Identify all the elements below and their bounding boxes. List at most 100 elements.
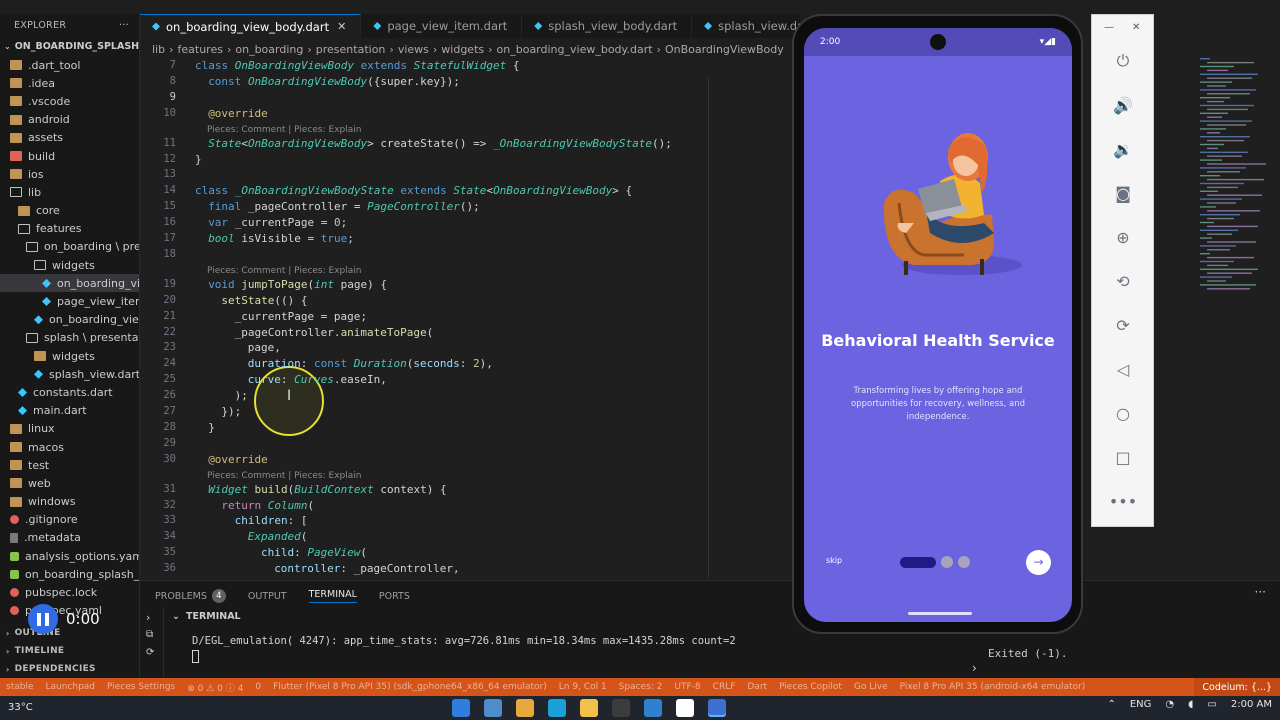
terminal-header[interactable]: ⌄ TERMINAL [172,611,241,622]
terminal-app-icon[interactable] [612,699,630,717]
split-icon[interactable]: ⧉ [146,629,153,640]
tree-item[interactable]: linux [0,420,139,438]
tree-item[interactable]: core [0,202,139,220]
more-icon[interactable]: ••• [1109,488,1137,514]
edge-icon[interactable] [548,699,566,717]
emulator-app-icon[interactable] [708,699,726,717]
clock[interactable]: 2:00 AM [1231,699,1272,710]
tree-item[interactable]: android [0,111,139,129]
status-item[interactable]: Ln 9, Col 1 [559,682,607,692]
status-item[interactable]: ⊗ 0 ⚠ 0 ⓘ 4 [187,681,243,694]
minimap[interactable] [1196,55,1280,300]
tree-item[interactable]: macos [0,438,139,456]
minimize-button[interactable]: — [1104,22,1114,33]
tree-item[interactable]: main.dart [0,402,139,420]
breadcrumb-item[interactable]: on_boarding [235,43,303,56]
tree-item[interactable]: splash \ presentatio... [0,329,139,347]
panel-tab[interactable]: TERMINAL [308,589,357,603]
tree-item[interactable]: pubspec.lock [0,583,139,601]
tree-item[interactable]: web [0,474,139,492]
pieces-code-lens[interactable]: Pieces: Comment | Pieces: Explain [207,470,361,482]
status-item[interactable]: Spaces: 2 [619,682,663,692]
next-arrow-button[interactable]: → [1026,550,1051,575]
tree-item[interactable]: page_view_item... [0,292,139,310]
breadcrumb-item[interactable]: views [398,43,429,56]
tree-item[interactable]: widgets [0,347,139,365]
status-item[interactable]: Flutter (Pixel 8 Pro API 35) (sdk_gphone… [273,682,547,692]
volume-up-icon[interactable]: 🔊 [1110,92,1136,118]
status-item[interactable]: UTF-8 [674,682,700,692]
breadcrumb-item[interactable]: OnBoardingViewBody [665,43,784,56]
tree-item[interactable]: ios [0,165,139,183]
weather-widget[interactable]: 33°C [8,702,33,713]
tree-item[interactable]: .vscode [0,92,139,110]
gesture-home-bar[interactable] [908,612,972,615]
store-icon[interactable] [516,699,534,717]
chevron-right-icon[interactable]: › [146,611,150,624]
chrome-icon[interactable] [676,699,694,717]
tree-item[interactable]: assets [0,129,139,147]
pause-icon[interactable] [28,604,58,634]
chevron-up-icon[interactable]: ⌃ [1107,699,1115,710]
tree-item[interactable]: on_boarding_splash_i... [0,565,139,583]
tree-item[interactable]: .dart_tool [0,56,139,74]
tree-item[interactable]: widgets [0,256,139,274]
tree-item[interactable]: on_boarding_vie... [0,311,139,329]
tree-item[interactable]: .metadata [0,529,139,547]
volume-down-icon[interactable]: 🔉 [1110,136,1136,162]
breadcrumb-item[interactable]: features [178,43,223,56]
home-icon[interactable]: ○ [1110,400,1136,426]
status-item[interactable]: Pieces Copilot [779,682,842,692]
status-item[interactable]: Dart [747,682,767,692]
tree-item[interactable]: analysis_options.yaml [0,547,139,565]
status-item[interactable]: CRLF [713,682,736,692]
breadcrumb-item[interactable]: widgets [441,43,484,56]
tree-item[interactable]: windows [0,493,139,511]
status-item[interactable]: Launchpad [45,682,95,692]
tree-item[interactable]: features [0,220,139,238]
panel-more-button[interactable]: ··· [1255,585,1266,599]
windows-start-icon[interactable] [452,699,470,717]
rotate-right-icon[interactable]: ⟳ [1110,312,1136,338]
tree-item[interactable]: test [0,456,139,474]
code-editor[interactable]: I 7 class OnBoardingViewBody extends Stat… [140,58,800,580]
status-item[interactable]: stable [6,682,33,692]
tree-item[interactable]: splash_view.dart [0,365,139,383]
file-explorer-icon[interactable] [580,699,598,717]
breadcrumb-item[interactable]: presentation [316,43,386,56]
breadcrumb-item[interactable]: on_boarding_view_body.dart [497,43,653,56]
codeium-status[interactable]: Codeium: {...} [1194,678,1280,696]
close-icon[interactable]: ✕ [337,20,346,33]
tree-item[interactable]: on_boarding_vie... [0,274,139,293]
breadcrumb-item[interactable]: lib [152,43,165,56]
status-item[interactable]: 0 [255,682,261,692]
dependencies-section[interactable]: › DEPENDENCIES [0,660,140,678]
close-button[interactable]: ✕ [1132,22,1140,33]
status-item[interactable]: Go Live [854,682,888,692]
page-dot[interactable] [958,556,970,568]
status-item[interactable]: Pixel 8 Pro API 35 (android-x64 emulator… [900,682,1086,692]
zoom-icon[interactable]: ⊕ [1110,224,1136,250]
timeline-section[interactable]: › TIMELINE [0,642,140,660]
vscode-icon[interactable] [644,699,662,717]
page-dot-active[interactable] [900,556,936,568]
language-indicator[interactable]: ENG [1130,699,1152,710]
editor-tab[interactable]: page_view_item.dart [361,14,523,38]
pieces-code-lens[interactable]: Pieces: Comment | Pieces: Explain [207,265,361,277]
volume-icon[interactable]: ◖ [1188,699,1193,710]
battery-icon[interactable]: ▭ [1207,699,1216,710]
explorer-more-button[interactable]: ··· [119,20,129,31]
power-icon[interactable]: ⏻ [1110,48,1136,74]
tree-item[interactable]: build [0,147,139,165]
rotate-left-icon[interactable]: ⟲ [1110,268,1136,294]
tree-item[interactable]: .idea [0,74,139,92]
widgets-icon[interactable] [484,699,502,717]
back-icon[interactable]: ◁ [1110,356,1136,382]
wifi-icon[interactable]: ◔ [1165,699,1174,710]
tree-item[interactable]: constants.dart [0,383,139,401]
phone-screen[interactable]: 2:00 ▾◢▮ Behavioral Health Service Trans… [804,28,1072,622]
editor-tab[interactable]: splash_view.dart [692,14,800,38]
panel-tab[interactable]: OUTPUT [248,589,287,603]
overview-icon[interactable]: □ [1110,444,1136,470]
link-icon[interactable]: ⟳ [146,647,154,658]
